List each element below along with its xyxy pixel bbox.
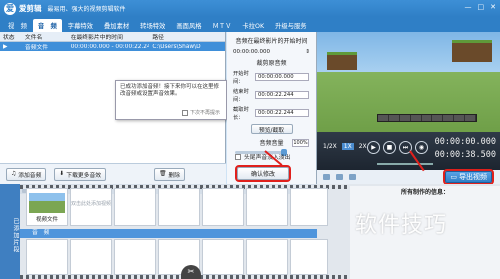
time-spinner-icon[interactable]: ⇕ (305, 48, 310, 56)
clip-section-title: 裁剪原音频 (256, 60, 287, 67)
player-toolbar: ▭ 导出视频 (317, 169, 500, 185)
trash-icon: 🗑 (159, 171, 167, 177)
game-hotbar (377, 114, 477, 122)
confirm-changes-button[interactable]: 确认修改 (235, 165, 291, 182)
main-tabs: 视 频 音 频 字幕特效 叠加素材 转场特效 画面风格 ＭＴＶ 卡拉OK 升级与… (0, 17, 500, 32)
fade-option[interactable]: 头尾声音淡入淡出 (235, 152, 290, 161)
dont-show-label: 下次不再提示 (189, 110, 220, 116)
tab-styles[interactable]: 画面风格 (171, 19, 206, 32)
settings-icon[interactable] (349, 174, 356, 180)
tab-overlay[interactable]: 叠加素材 (99, 19, 134, 32)
tab-upgrade[interactable]: 升级与服务 (270, 19, 311, 32)
row-status-icon: ▶ (3, 43, 8, 50)
duration-field[interactable]: 00:00:22.244 (255, 109, 309, 117)
add-audio-label: 添加音频 (18, 172, 42, 179)
start-time-section-title: 音频在最终影片的开始时间 (235, 38, 308, 45)
start-time-value[interactable]: 00:00:00.000 (233, 48, 270, 56)
maximize-button[interactable]: □ (478, 3, 485, 11)
video-preview (317, 32, 500, 132)
end-time-field[interactable]: 00:00:22.244 (255, 91, 309, 99)
tab-karaoke[interactable]: 卡拉OK (237, 19, 269, 32)
speed-1x[interactable]: 1X (341, 143, 354, 150)
empty-slot[interactable] (290, 188, 328, 226)
audio-slot[interactable] (246, 239, 288, 275)
speed-selector: 1/2X 1X 2X (321, 143, 369, 150)
audio-slot[interactable] (202, 239, 244, 275)
row-path: C:\Users\Shaw\D (152, 43, 201, 50)
start-label: 开始时间： (233, 71, 249, 85)
row-filename: 音频文件 (24, 45, 49, 51)
current-time: 00:00:00.000 (434, 137, 496, 147)
app-name: 爱剪辑 (19, 4, 42, 13)
header-path: 路径 (152, 35, 164, 41)
add-audio-button[interactable]: ♫ 添加音频 (6, 167, 47, 181)
watermark-text: 软件技巧 (355, 213, 448, 238)
empty-slot[interactable] (246, 188, 288, 226)
music-note-icon: ♫ (11, 171, 17, 177)
clip-thumbnail (29, 193, 65, 213)
preview-clip-button[interactable]: 预览/截取 (250, 124, 293, 134)
scene-block (452, 40, 492, 62)
start-time-field[interactable]: 00:00:00.000 (255, 73, 309, 81)
total-time: 00:00:38.500 (434, 150, 496, 160)
empty-slot[interactable] (202, 188, 244, 226)
export-video-button[interactable]: ▭ 导出视频 (443, 169, 494, 185)
delete-button[interactable]: 🗑 删除 (154, 167, 186, 181)
playback-progress[interactable] (377, 163, 433, 165)
duration-label: 截取时长： (233, 107, 249, 121)
download-icon: ⬇ (59, 171, 65, 177)
clip-drop-zone[interactable]: 双击此处添加视频 (70, 188, 112, 226)
empty-slot[interactable] (158, 188, 200, 226)
audio-list-actions: ♫ 添加音频 ⬇ 下载更多音效 🗑 删除 (0, 163, 226, 184)
audio-settings-panel: 音频在最终影片的开始时间 00:00:00.000 ⇕ 裁剪原音频 开始时间： 0… (227, 32, 317, 184)
audio-slot[interactable] (26, 239, 68, 275)
monitor-icon: ▭ (450, 173, 457, 181)
tab-mtv[interactable]: ＭＴＶ (208, 19, 237, 32)
production-info-title: 所有制作的信息： (400, 189, 449, 196)
drop-hint: 双击此处添加视频 (71, 201, 112, 207)
clip-label: 视频文件 (35, 217, 58, 223)
clip-video-file[interactable]: 视频文件 (26, 188, 68, 226)
header-time: 在最终影片中的时间 (70, 35, 123, 41)
app-slogan: 最易用、强大的视频剪辑软件 (47, 6, 126, 13)
audio-added-tooltip: 已成功添加音频！接下来你可以在这里修改音频或设置声音效果。 下次不再提示 (115, 80, 227, 120)
dont-show-checkbox[interactable] (181, 109, 188, 116)
folder-icon[interactable] (323, 174, 330, 180)
app-logo: 爱 (4, 2, 16, 15)
snapshot-icon[interactable]: ◉ (415, 141, 428, 154)
fade-checkbox[interactable] (235, 153, 241, 160)
header-status: 状态 (3, 35, 15, 41)
header-filename: 文件名 (24, 35, 43, 41)
table-row[interactable]: ▶ 音频文件 00:00:00.000 - 00:00:22.244 C:\Us… (0, 42, 225, 51)
delete-label: 删除 (168, 172, 181, 179)
close-button[interactable]: ✕ (490, 3, 496, 11)
tab-transitions[interactable]: 转场特效 (135, 19, 170, 32)
audio-track-label: 音 频 (20, 229, 317, 238)
tab-video[interactable]: 视 频 (3, 19, 32, 32)
download-sounds-label: 下载更多音效 (66, 172, 102, 179)
empty-slot[interactable] (114, 188, 156, 226)
title-bar: 爱 爱剪辑 最易用、强大的视频剪辑软件 — □ ✕ (0, 0, 500, 17)
fullscreen-icon[interactable] (336, 174, 343, 180)
scene-block (327, 52, 357, 70)
tab-subtitle-effects[interactable]: 字幕特效 (63, 19, 98, 32)
export-label: 导出视频 (459, 173, 487, 181)
row-time: 00:00:00.000 - 00:00:22.244 (70, 43, 150, 50)
play-icon[interactable]: ▶ (367, 141, 380, 154)
tooltip-message: 已成功添加音频！接下来你可以在这里修改音频或设置声音效果。 (120, 84, 220, 97)
stop-icon[interactable]: ■ (383, 141, 396, 154)
audio-slot[interactable] (114, 239, 156, 275)
download-sounds-button[interactable]: ⬇ 下载更多音效 (54, 167, 107, 181)
table-header: 状态 文件名 在最终影片中的时间 路径 (0, 32, 225, 42)
volume-percent[interactable]: 100% (292, 139, 309, 147)
scissors-icon[interactable]: ✂ (181, 265, 201, 279)
dont-show-again[interactable]: 下次不再提示 (181, 109, 220, 116)
audio-slot[interactable] (70, 239, 112, 275)
audio-slot[interactable] (290, 239, 328, 275)
minimize-button[interactable]: — (465, 3, 472, 11)
end-label: 结束时间： (233, 89, 249, 103)
speed-half[interactable]: 1/2X (321, 143, 339, 150)
tab-audio[interactable]: 音 频 (32, 19, 62, 32)
added-clips-tab[interactable]: 已添加片段 (0, 184, 20, 279)
